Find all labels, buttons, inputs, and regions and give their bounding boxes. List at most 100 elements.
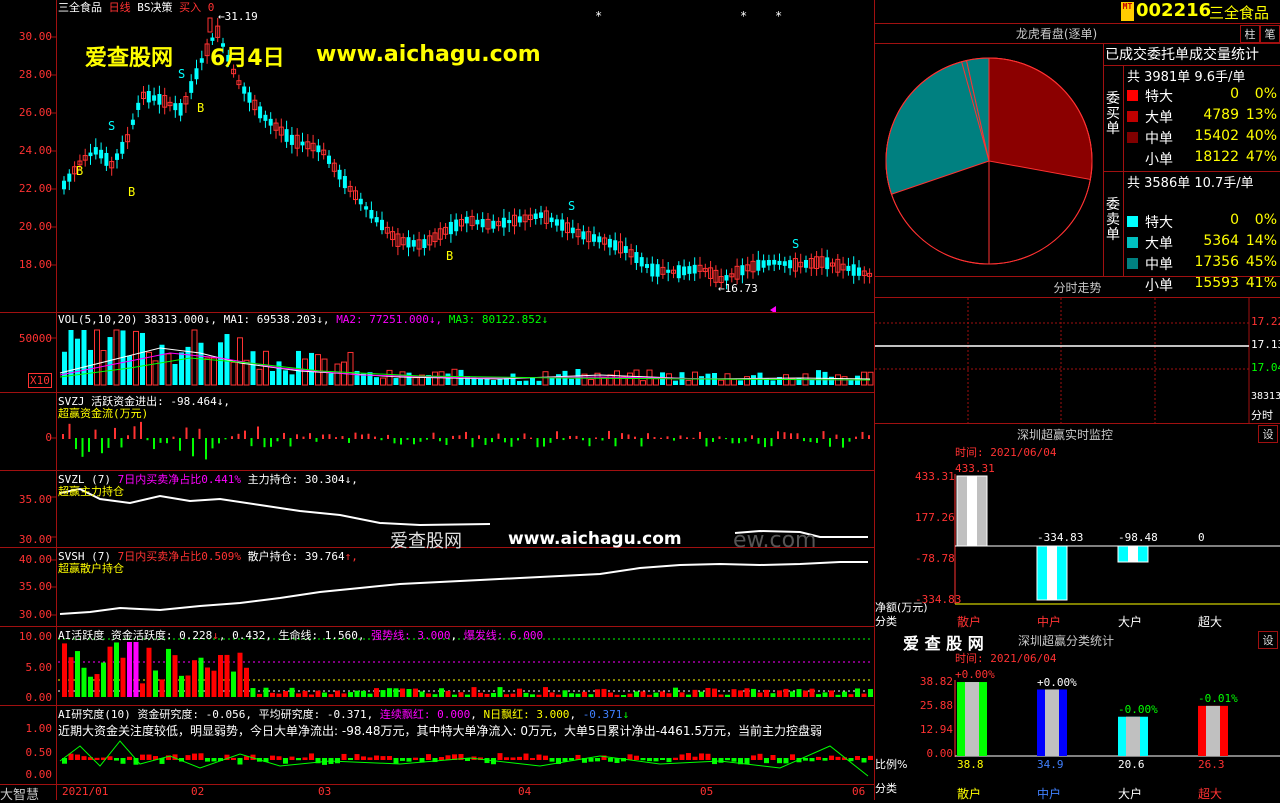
vol-bar (172, 364, 178, 385)
svsh-panel[interactable]: SVSH (7) 7日内买卖净占比0.509% 散户持仓: 39.764↑, 超… (0, 548, 874, 626)
class-stats-panel: 爱 查 股 网 深圳超赢分类统计 设 时间: 2021/06/04 38.82 … (875, 630, 1280, 801)
ai-active-bar (770, 693, 776, 697)
ai-research-bar (185, 755, 191, 760)
candle-down (782, 261, 787, 266)
signal-value: 0 (207, 1, 215, 14)
buy-row-swatch (1127, 153, 1140, 166)
svzj-bar (679, 435, 682, 439)
vol-ma2: MA2: 77251.000 (336, 313, 429, 326)
volume-panel[interactable]: VOL(5,10,20) 38313.000↓, MA1: 69538.203↓… (0, 313, 874, 392)
vol-bar (165, 353, 172, 386)
ai-research-bar (679, 754, 685, 760)
vol-bar (386, 369, 393, 386)
svzj-bar (237, 433, 240, 439)
candle-down (475, 219, 480, 225)
ai-active-bar (205, 667, 210, 697)
tick-view-button[interactable]: 笔 (1260, 25, 1280, 43)
ai-research-bar (855, 756, 860, 760)
ai-active-bar (114, 642, 119, 697)
main-chart-panel[interactable]: S B B S B B S S * * * 三全食品 日线 BS决策 买入 0 ←31.19 ←16… (0, 0, 874, 312)
vol-bar (432, 371, 438, 386)
candle-down (724, 275, 729, 281)
candle-down (358, 198, 363, 205)
candle-down (99, 149, 104, 159)
svzj-bar (335, 437, 337, 439)
svzj-panel[interactable]: SVZJ 活跃资金进出: -98.464↓, 超赢资金流(万元) 0 (0, 393, 874, 470)
vol-bar (406, 372, 412, 385)
buy-row-value: 15402 (1194, 128, 1239, 144)
period-label[interactable]: 日线 (109, 1, 131, 14)
ai-active-bar (530, 694, 535, 697)
ai-active-panel[interactable]: AI活跃度 资金活跃度: 0.228↓, 0.432, 生命线: 1.560, … (0, 627, 874, 705)
svzj-bar (764, 438, 766, 448)
ai-research-bar (237, 758, 243, 765)
ai-research-panel[interactable]: AI研究度(10) 资金研究度: -0.056, 平均研究度: -0.371, … (0, 706, 874, 784)
intraday-tick-2: 17.13 (1251, 338, 1280, 351)
svzj-bar (608, 430, 610, 439)
svzj-bar (848, 438, 851, 442)
sell-row-swatch (1127, 237, 1138, 248)
ai-research-bar (829, 755, 834, 760)
candle-down (581, 231, 586, 240)
vol-unit-badge[interactable]: X10 (28, 373, 52, 388)
svzj-bar (660, 437, 662, 439)
bs-signal: B (446, 249, 453, 263)
svzj-bar (822, 431, 825, 439)
vol-bar (263, 350, 269, 386)
svzj-bar (68, 423, 71, 439)
ai-active-bar (94, 674, 100, 697)
ai-research-bar (647, 758, 652, 762)
intraday-panel[interactable]: 分时走势 17.22 17.13 17.04 38313 分时 (875, 277, 1280, 424)
time-label-may: 05 (700, 785, 714, 798)
ai-research-bar (803, 758, 808, 761)
svzj-bar (868, 435, 870, 439)
ai-active-bar (510, 693, 516, 697)
candle-down (539, 212, 543, 218)
ai-active-bar (595, 689, 600, 697)
svzj-bar (75, 438, 77, 450)
vol-bar (289, 374, 295, 385)
svzj-bar (790, 433, 792, 439)
svzj-bar (400, 438, 402, 445)
svzj-bar (829, 438, 831, 447)
order-pie-chart (885, 57, 1093, 265)
svzj-bar (692, 437, 695, 439)
ai-research-bar (809, 758, 815, 762)
svzj-bar (770, 438, 773, 447)
price-tick: 30.00 (18, 30, 52, 43)
ai-active-bar (159, 679, 165, 697)
ai-active-bar (465, 694, 470, 697)
ai-active-bar (445, 690, 451, 697)
vol-bar (607, 374, 614, 386)
ai-active-bar (861, 693, 867, 697)
vol-ma3: MA3: 80122.852 (448, 313, 542, 326)
candle-down (846, 265, 851, 271)
svzj-bar (348, 438, 350, 443)
ai-active-burst: 爆发线: 6.000 (463, 629, 544, 642)
svzj-bar (419, 438, 422, 442)
ai-research-bar (107, 756, 113, 760)
vol-bar (198, 342, 204, 385)
column-view-button[interactable]: 柱 (1240, 25, 1260, 43)
svzj-bar (530, 437, 532, 439)
ai-active-bar (374, 688, 379, 697)
price-tick: 20.00 (18, 220, 52, 233)
svzj-bar (640, 438, 643, 447)
svzj-bar (842, 438, 844, 448)
svzj-bar (471, 438, 474, 448)
svzj-bar (855, 436, 857, 439)
svzj-bar (159, 438, 162, 443)
ai-active-bar (777, 690, 782, 697)
indicator-name[interactable]: BS决策 (137, 1, 172, 14)
ai-research-bar (270, 755, 275, 760)
ai-active-bar (484, 693, 490, 697)
ai-research-y-1: 1.00 (25, 722, 53, 735)
ai-active-bar (608, 692, 613, 697)
candle-down (650, 263, 655, 277)
svzj-bar (140, 421, 142, 439)
svzj-bar (62, 434, 64, 439)
class-change-3: -0.00% (1118, 703, 1158, 716)
ai-active-bar (211, 670, 217, 697)
ai-research-bar (289, 756, 295, 760)
ai-active-bar (848, 694, 854, 697)
